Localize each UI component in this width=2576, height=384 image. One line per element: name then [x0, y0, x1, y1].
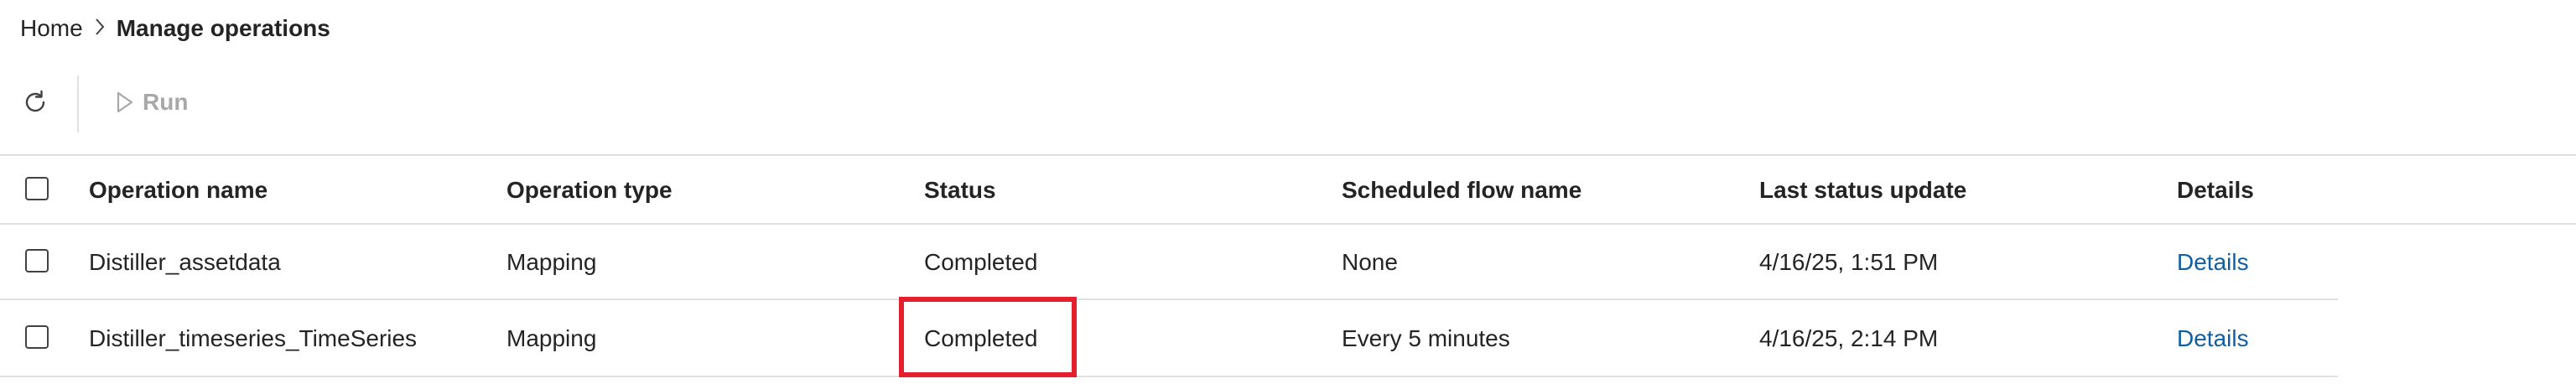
- details-cell: Details: [2177, 225, 2249, 300]
- play-icon: [117, 91, 133, 113]
- run-button[interactable]: Run: [116, 84, 188, 121]
- column-header-details: Details: [2177, 177, 2254, 203]
- column-header-last-status-update[interactable]: Last status update: [1759, 156, 1966, 225]
- status-cell: Completed: [924, 325, 1038, 351]
- column-header-scheduled-flow-name[interactable]: Scheduled flow name: [1342, 156, 1581, 225]
- table-header-row: Operation name Operation type Status Sch…: [0, 156, 2576, 225]
- last-status-update-cell: 4/16/25, 2:14 PM: [1759, 325, 1939, 351]
- chevron-right-icon-svg: [95, 18, 105, 35]
- scheduled-flow-cell: Every 5 minutes: [1342, 325, 1510, 351]
- breadcrumb-current: Manage operations: [116, 15, 330, 41]
- refresh-icon: [25, 90, 45, 112]
- toolbar-divider: [77, 75, 79, 132]
- last-status-update-cell: 4/16/25, 1:51 PM: [1759, 249, 1939, 275]
- operation-name-cell: Distiller_assetdata: [89, 249, 281, 275]
- details-link[interactable]: Details: [2177, 325, 2249, 352]
- toolbar: Run: [0, 69, 2576, 136]
- status-cell: Completed: [924, 249, 1038, 275]
- row-checkbox[interactable]: [25, 249, 49, 272]
- manage-operations-page: Home Manage operations Run Operation nam…: [0, 0, 2576, 384]
- details-link[interactable]: Details: [2177, 249, 2249, 276]
- row-divider: [0, 376, 2338, 377]
- row-checkbox[interactable]: [25, 325, 49, 349]
- refresh-button[interactable]: [15, 84, 55, 121]
- breadcrumb-home-link[interactable]: Home: [20, 15, 83, 42]
- chevron-right-icon: [83, 16, 117, 42]
- operation-type-cell: Mapping: [506, 325, 597, 351]
- table-row[interactable]: Distiller_timeseries_TimeSeries Mapping …: [0, 300, 2576, 377]
- select-all-checkbox[interactable]: [25, 177, 49, 200]
- column-header-operation-type[interactable]: Operation type: [506, 156, 673, 225]
- operation-type-cell: Mapping: [506, 249, 597, 275]
- column-header-status[interactable]: Status: [924, 156, 996, 225]
- table-row[interactable]: Distiller_assetdata Mapping Completed No…: [0, 225, 2576, 300]
- column-header-operation-name[interactable]: Operation name: [89, 156, 267, 225]
- run-button-label: Run: [143, 89, 189, 115]
- scheduled-flow-cell: None: [1342, 249, 1398, 275]
- operation-name-cell: Distiller_timeseries_TimeSeries: [89, 325, 418, 351]
- details-cell: Details: [2177, 300, 2249, 377]
- breadcrumb: Home Manage operations: [20, 12, 330, 45]
